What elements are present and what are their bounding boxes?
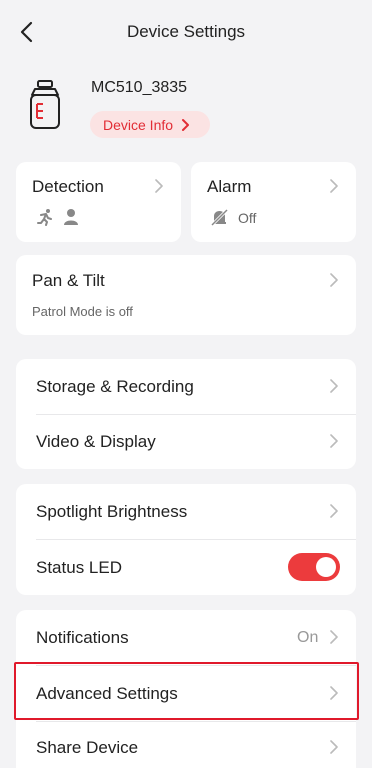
chevron-right-icon (330, 179, 338, 193)
pan-tilt-label: Pan & Tilt (32, 271, 105, 290)
person-icon (64, 209, 78, 225)
device-header: MC510_3835 Device Info (0, 70, 372, 150)
share-device-row[interactable]: Share Device (16, 722, 356, 768)
storage-recording-label: Storage & Recording (36, 377, 194, 396)
camera-device-icon (28, 80, 62, 130)
page-title: Device Settings (126, 22, 246, 41)
header: Device Settings (0, 0, 372, 66)
toggle-knob (316, 557, 336, 577)
notifications-value: On (297, 629, 319, 646)
pan-tilt-subtitle: Patrol Mode is off (32, 304, 133, 319)
light-settings-card: Spotlight Brightness Status LED (16, 484, 356, 595)
chevron-right-icon (155, 179, 163, 193)
device-name: MC510_3835 (91, 79, 188, 96)
running-person-icon (37, 209, 52, 226)
notifications-row[interactable]: Notifications On (16, 610, 356, 665)
detection-label: Detection (32, 177, 104, 196)
share-device-label: Share Device (36, 738, 139, 757)
advanced-settings-highlight (14, 662, 359, 720)
device-info-button[interactable]: Device Info (90, 111, 210, 138)
alarm-card[interactable]: Alarm Off (191, 162, 356, 242)
chevron-right-icon (330, 740, 338, 754)
alarm-label: Alarm (207, 177, 252, 196)
chevron-right-icon (330, 273, 338, 287)
spotlight-brightness-row[interactable]: Spotlight Brightness (16, 484, 356, 539)
detection-card[interactable]: Detection (16, 162, 181, 242)
storage-video-card: Storage & Recording Video & Display (16, 359, 356, 469)
spotlight-brightness-label: Spotlight Brightness (36, 502, 188, 521)
alarm-off-icon (211, 209, 228, 226)
chevron-right-icon (330, 379, 338, 393)
chevron-right-icon (330, 504, 338, 518)
status-led-toggle[interactable] (288, 553, 340, 581)
status-led-row: Status LED (16, 540, 356, 595)
storage-recording-row[interactable]: Storage & Recording (16, 359, 356, 414)
notifications-label: Notifications (36, 628, 129, 647)
chevron-right-icon (330, 630, 338, 644)
video-display-label: Video & Display (36, 432, 156, 451)
video-display-row[interactable]: Video & Display (16, 415, 356, 469)
pan-tilt-card[interactable]: Pan & Tilt Patrol Mode is off (16, 255, 356, 335)
chevron-right-icon (182, 118, 190, 131)
status-led-label: Status LED (36, 558, 122, 577)
device-info-label: Device Info (103, 116, 174, 133)
alarm-status: Off (238, 210, 257, 226)
chevron-right-icon (330, 434, 338, 448)
